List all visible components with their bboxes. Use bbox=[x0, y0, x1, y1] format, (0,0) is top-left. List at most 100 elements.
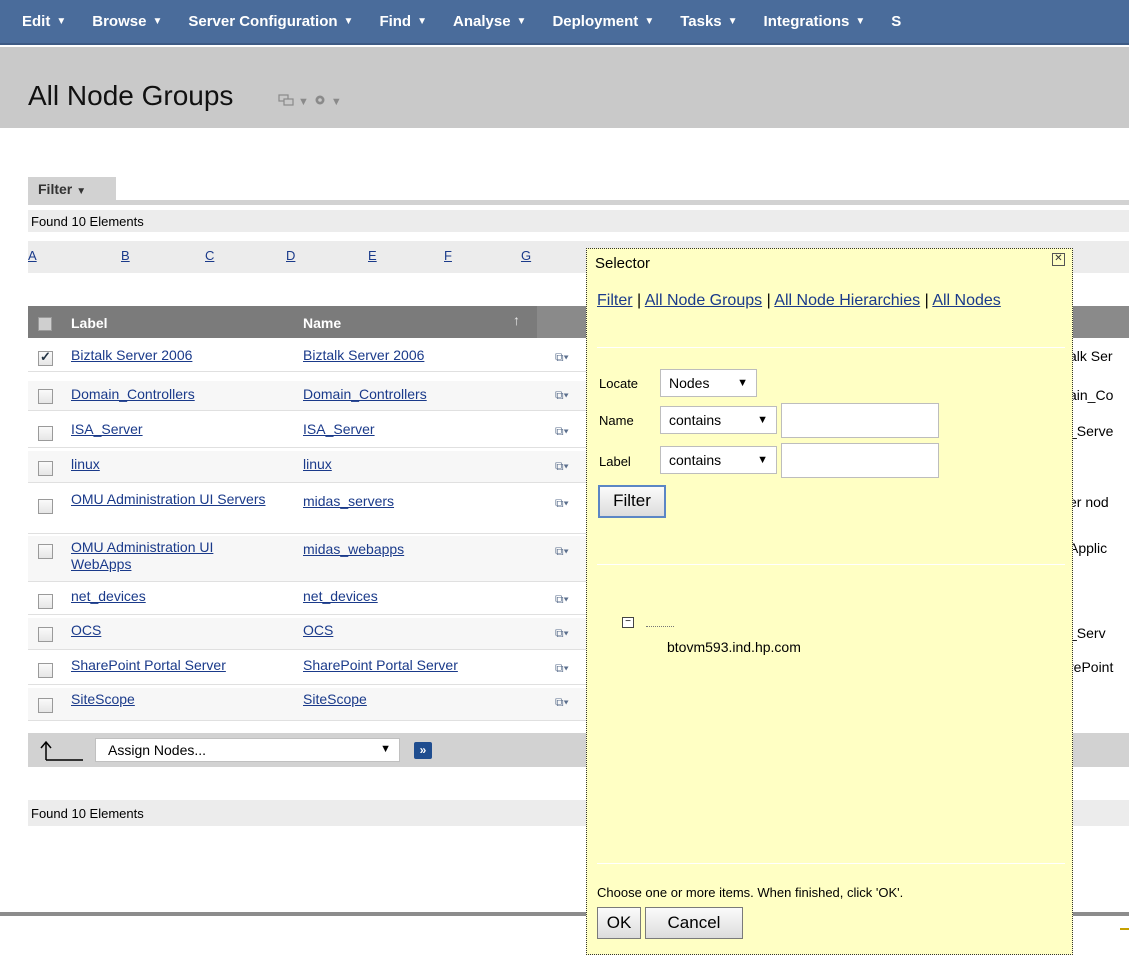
row-label-link[interactable]: Biztalk Server 2006 bbox=[71, 347, 266, 364]
go-button[interactable]: » bbox=[414, 742, 432, 759]
menu-cut-off[interactable]: S bbox=[891, 13, 901, 30]
row-checkbox[interactable] bbox=[38, 698, 53, 713]
selector-title: Selector bbox=[595, 255, 651, 272]
window-icon[interactable]: ⧉▾ bbox=[555, 350, 569, 365]
selector-link-all-nodes[interactable]: All Nodes bbox=[932, 292, 1000, 309]
assign-nodes-value: Assign Nodes... bbox=[108, 742, 207, 758]
row-name-link[interactable]: Domain_Controllers bbox=[303, 386, 427, 402]
selector-link-all-node-hierarchies[interactable]: All Node Hierarchies bbox=[774, 292, 920, 309]
row-description: ain_Co bbox=[1069, 387, 1114, 403]
alpha-link-c[interactable]: C bbox=[205, 248, 214, 263]
row-label-link[interactable]: SiteScope bbox=[71, 691, 266, 708]
name-input[interactable] bbox=[781, 403, 939, 438]
menu-browse[interactable]: Browse ▼ bbox=[92, 13, 162, 30]
row-name-link[interactable]: midas_servers bbox=[303, 493, 394, 509]
ok-button[interactable]: OK bbox=[597, 907, 641, 939]
alpha-link-b[interactable]: B bbox=[121, 248, 130, 263]
column-header-name[interactable]: Name bbox=[303, 315, 341, 331]
row-label-link[interactable]: net_devices bbox=[71, 588, 266, 605]
alpha-link-d[interactable]: D bbox=[286, 248, 295, 263]
row-label-link[interactable]: OMU Administration UI WebApps bbox=[71, 539, 266, 573]
window-icon[interactable]: ⧉▾ bbox=[555, 661, 569, 676]
sort-up-icon[interactable]: ↑ bbox=[513, 312, 520, 328]
selector-hint: Choose one or more items. When finished,… bbox=[597, 885, 904, 900]
row-label-link[interactable]: OCS bbox=[71, 622, 266, 639]
table-row: linux linux ⧉▾ bbox=[28, 451, 588, 483]
row-name-link[interactable]: Biztalk Server 2006 bbox=[303, 347, 424, 363]
window-icon[interactable]: ⧉▾ bbox=[555, 496, 569, 511]
alpha-link-g[interactable]: G bbox=[521, 248, 531, 263]
tree-node[interactable]: btovm593.ind.hp.com bbox=[667, 639, 801, 655]
row-name-link[interactable]: ISA_Server bbox=[303, 421, 375, 437]
table-row: SharePoint Portal Server SharePoint Port… bbox=[28, 653, 588, 685]
window-icon[interactable]: ⧉▾ bbox=[555, 695, 569, 710]
label-label: Label bbox=[599, 454, 631, 469]
menu-deployment[interactable]: Deployment ▼ bbox=[552, 13, 654, 30]
caret-down-icon[interactable]: ▼ bbox=[298, 96, 309, 108]
alpha-link-a[interactable]: A bbox=[28, 248, 37, 263]
label-input[interactable] bbox=[781, 443, 939, 478]
row-description: rePoint bbox=[1069, 659, 1114, 675]
row-checkbox[interactable] bbox=[38, 663, 53, 678]
caret-down-icon[interactable]: ▼ bbox=[331, 96, 342, 108]
table-row: OMU Administration UI WebApps midas_weba… bbox=[28, 536, 588, 582]
name-operator-select[interactable]: contains ▼ bbox=[660, 406, 777, 434]
row-label-link[interactable]: SharePoint Portal Server bbox=[71, 657, 266, 674]
tree-connector bbox=[646, 626, 674, 627]
selector-link-all-node-groups[interactable]: All Node Groups bbox=[645, 292, 762, 309]
filter-tab[interactable]: Filter ▼ bbox=[28, 177, 116, 201]
row-checkbox[interactable] bbox=[38, 426, 53, 441]
row-checkbox[interactable] bbox=[38, 627, 53, 642]
selector-link-filter[interactable]: Filter bbox=[597, 292, 633, 309]
caret-down-icon: ▼ bbox=[76, 186, 87, 197]
menu-label: Deployment bbox=[552, 13, 639, 30]
row-name-link[interactable]: midas_webapps bbox=[303, 541, 404, 557]
menu-server-configuration[interactable]: Server Configuration ▼ bbox=[188, 13, 353, 30]
alpha-link-f[interactable]: F bbox=[444, 248, 452, 263]
row-checkbox[interactable] bbox=[38, 349, 53, 366]
row-description: Applic bbox=[1069, 540, 1108, 556]
arrow-up-icon bbox=[40, 740, 83, 761]
row-label-link[interactable]: Domain_Controllers bbox=[71, 386, 266, 403]
window-icon[interactable]: ⧉▾ bbox=[555, 592, 569, 607]
window-icon[interactable]: ⧉▾ bbox=[555, 459, 569, 474]
row-label-link[interactable]: ISA_Server bbox=[71, 421, 266, 438]
close-icon[interactable]: ✕ bbox=[1052, 253, 1065, 266]
cancel-button[interactable]: Cancel bbox=[645, 907, 743, 939]
row-label-link[interactable]: OMU Administration UI Servers bbox=[71, 491, 266, 508]
row-checkbox[interactable] bbox=[38, 499, 53, 514]
column-header-label[interactable]: Label bbox=[71, 315, 108, 331]
gear-icon[interactable] bbox=[313, 93, 327, 110]
row-checkbox[interactable] bbox=[38, 461, 53, 476]
row-checkbox[interactable] bbox=[38, 594, 53, 609]
menu-analyse[interactable]: Analyse ▼ bbox=[453, 13, 526, 30]
row-description: er nod bbox=[1069, 494, 1109, 510]
row-label-link[interactable]: linux bbox=[71, 456, 266, 473]
menu-tasks[interactable]: Tasks ▼ bbox=[680, 13, 737, 30]
window-icon[interactable]: ⧉▾ bbox=[555, 388, 569, 403]
window-icon[interactable]: ⧉▾ bbox=[555, 626, 569, 641]
label-operator-select[interactable]: contains ▼ bbox=[660, 446, 777, 474]
alpha-link-e[interactable]: E bbox=[368, 248, 377, 263]
window-icon[interactable] bbox=[278, 94, 294, 109]
row-name-link[interactable]: linux bbox=[303, 456, 332, 472]
row-name-link[interactable]: SharePoint Portal Server bbox=[303, 657, 458, 673]
row-checkbox[interactable] bbox=[38, 544, 53, 559]
row-name-link[interactable]: OCS bbox=[303, 622, 333, 638]
assign-nodes-select[interactable]: Assign Nodes... ▼ bbox=[95, 738, 400, 762]
select-all-checkbox[interactable] bbox=[38, 317, 52, 331]
filter-tab-label: Filter bbox=[38, 181, 73, 197]
collapse-icon[interactable]: − bbox=[622, 617, 634, 628]
window-icon[interactable]: ⧉▾ bbox=[555, 424, 569, 439]
row-checkbox[interactable] bbox=[38, 389, 53, 404]
menu-edit[interactable]: Edit ▼ bbox=[22, 13, 66, 30]
menu-integrations[interactable]: Integrations ▼ bbox=[764, 13, 866, 30]
window-icon[interactable]: ⧉▾ bbox=[555, 544, 569, 559]
table-row: Biztalk Server 2006 Biztalk Server 2006 … bbox=[28, 345, 588, 372]
row-name-link[interactable]: SiteScope bbox=[303, 691, 367, 707]
row-name-link[interactable]: net_devices bbox=[303, 588, 378, 604]
filter-button[interactable]: Filter bbox=[598, 485, 666, 518]
caret-down-icon: ▼ bbox=[737, 377, 748, 389]
locate-select[interactable]: Nodes ▼ bbox=[660, 369, 757, 397]
menu-find[interactable]: Find ▼ bbox=[379, 13, 427, 30]
